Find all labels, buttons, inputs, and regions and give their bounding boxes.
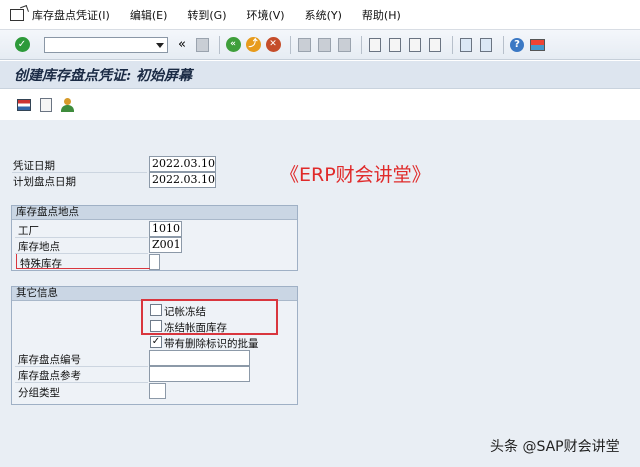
first-page-icon[interactable] bbox=[367, 37, 383, 53]
shortcut-icon[interactable] bbox=[478, 37, 494, 53]
group-title: 库存盘点地点 bbox=[12, 206, 297, 220]
find-next-icon[interactable] bbox=[336, 37, 352, 53]
application-toolbar bbox=[0, 90, 640, 120]
footer-brand: 头条 @SAP财会讲堂 bbox=[490, 439, 620, 455]
toolbar-separator bbox=[503, 35, 504, 54]
special-stock-input[interactable] bbox=[149, 254, 160, 270]
toolbar-separator bbox=[452, 35, 453, 54]
inventory-reference-label: 库存盘点参考 bbox=[18, 370, 81, 382]
menu-item-goto[interactable]: 转到(G) bbox=[187, 7, 226, 23]
highlight-box bbox=[141, 299, 278, 335]
with-deletion-flag-checkbox[interactable]: ✓ bbox=[150, 336, 162, 348]
row-divider bbox=[12, 172, 147, 173]
plant-input[interactable]: 1010 bbox=[149, 221, 182, 237]
plan-date-label: 计划盘点日期 bbox=[13, 176, 76, 188]
check-icon[interactable]: ✓ bbox=[14, 37, 30, 53]
menu-item-edit[interactable]: 编辑(E) bbox=[130, 7, 168, 23]
row-divider bbox=[15, 237, 148, 238]
doc-date-label: 凭证日期 bbox=[13, 160, 55, 172]
title-bar: 创建库存盘点凭证: 初始屏幕 bbox=[0, 61, 640, 89]
monitor-icon[interactable] bbox=[529, 37, 545, 53]
group-type-label: 分组类型 bbox=[18, 387, 60, 399]
inventory-reference-input[interactable] bbox=[149, 366, 250, 382]
page-title: 创建库存盘点凭证: 初始屏幕 bbox=[14, 67, 193, 84]
people-icon[interactable] bbox=[60, 97, 76, 113]
plant-label: 工厂 bbox=[18, 225, 39, 237]
menu-item-help[interactable]: 帮助(H) bbox=[362, 7, 401, 23]
row-divider bbox=[15, 366, 148, 367]
inventory-number-label: 库存盘点编号 bbox=[18, 354, 81, 366]
double-chevron-left-icon[interactable]: « bbox=[174, 37, 190, 53]
save-icon[interactable] bbox=[194, 37, 210, 53]
plan-date-input[interactable]: 2022.03.10 bbox=[149, 172, 216, 188]
row-divider bbox=[15, 382, 148, 383]
cancel-icon[interactable]: ✕ bbox=[265, 37, 281, 53]
app-menu-icon[interactable] bbox=[10, 8, 24, 21]
storage-location-input[interactable]: Z001 bbox=[149, 237, 182, 253]
doc-date-input[interactable]: 2022.03.10 bbox=[149, 156, 216, 172]
storage-location-label: 库存地点 bbox=[18, 241, 60, 253]
new-session-icon[interactable] bbox=[458, 37, 474, 53]
last-page-icon[interactable] bbox=[427, 37, 443, 53]
group-type-input[interactable] bbox=[149, 383, 166, 399]
stack-icon[interactable] bbox=[16, 97, 32, 113]
next-page-icon[interactable] bbox=[407, 37, 423, 53]
help-icon[interactable]: ? bbox=[509, 37, 525, 53]
find-icon[interactable] bbox=[316, 37, 332, 53]
command-field[interactable] bbox=[44, 36, 168, 53]
watermark-text: 《ERP财会讲堂》 bbox=[280, 164, 431, 186]
standard-toolbar: ✓ « « ⤴ ✕ ? bbox=[0, 30, 640, 60]
back-icon[interactable]: « bbox=[225, 37, 241, 53]
document-icon[interactable] bbox=[38, 97, 54, 113]
menu-item-system[interactable]: 系统(Y) bbox=[305, 7, 342, 23]
previous-page-icon[interactable] bbox=[387, 37, 403, 53]
menu-item-environment[interactable]: 环境(V) bbox=[246, 7, 284, 23]
menu-item-inventory-doc[interactable]: 库存盘点凭证(I) bbox=[32, 7, 110, 23]
menu-bar: 库存盘点凭证(I) 编辑(E) 转到(G) 环境(V) 系统(Y) 帮助(H) bbox=[0, 0, 640, 30]
exit-icon[interactable]: ⤴ bbox=[245, 37, 261, 53]
inventory-number-input[interactable] bbox=[149, 350, 250, 366]
print-icon[interactable] bbox=[296, 37, 312, 53]
highlight-mark bbox=[16, 254, 150, 269]
with-deletion-flag-label: 带有删除标识的批量 bbox=[164, 338, 259, 350]
toolbar-separator bbox=[290, 35, 291, 54]
toolbar-separator bbox=[219, 35, 220, 54]
toolbar-separator bbox=[361, 35, 362, 54]
